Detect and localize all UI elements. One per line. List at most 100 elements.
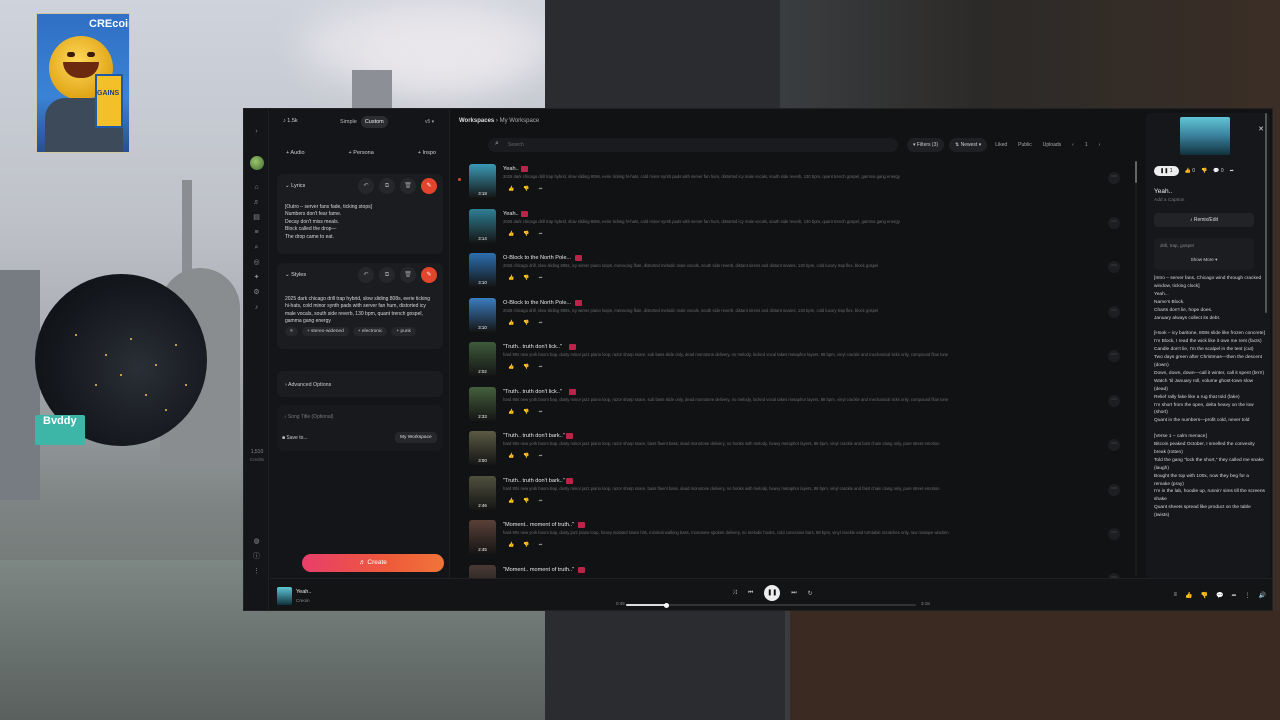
dislike-icon[interactable]: 👎 [523, 186, 529, 192]
like-icon[interactable]: 👍 [508, 320, 514, 326]
trash-icon[interactable]: 🗑 [400, 267, 416, 283]
help-icon[interactable]: ◍ [252, 537, 261, 546]
more-options-icon[interactable]: ⋯ [1108, 216, 1120, 229]
like-button[interactable]: 👍 0 [1185, 168, 1195, 174]
mode-custom[interactable]: Custom [360, 116, 388, 128]
home-icon[interactable]: ⌂ [252, 183, 261, 192]
dislike-icon[interactable]: 👎 [523, 498, 529, 504]
add-caption-input[interactable]: Add a Caption [1154, 198, 1184, 203]
radio-icon[interactable]: ◎ [252, 258, 261, 267]
song-thumbnail[interactable]: 3:00 [469, 431, 496, 465]
song-title[interactable]: Yeah.. [503, 166, 519, 172]
copy-icon[interactable]: ⧉ [379, 178, 395, 194]
undo-icon[interactable]: ↶ [358, 178, 374, 194]
breadcrumb-root[interactable]: Workspaces [459, 118, 494, 124]
player-artist[interactable]: Creoin [296, 598, 310, 603]
user-avatar[interactable] [250, 156, 264, 170]
more-options-icon[interactable]: ⋯ [1108, 305, 1120, 318]
more-options-icon[interactable]: ⋯ [1108, 528, 1120, 540]
song-row[interactable]: 3:10 O-Block to the North Pole... 2025 chi… [464, 251, 1124, 291]
search-input[interactable]: ⌕ Search [488, 138, 898, 152]
song-thumbnail[interactable]: 3:14 [469, 208, 496, 243]
player-cover[interactable] [277, 587, 292, 605]
progress-track[interactable] [626, 602, 916, 608]
song-thumbnail[interactable]: 3:18 [469, 164, 496, 198]
uploads-filter[interactable]: Uploads [1040, 138, 1064, 152]
more-options-icon[interactable]: ⋯ [1108, 261, 1120, 273]
advanced-options-card[interactable]: › Advanced Options [277, 371, 443, 397]
share-icon[interactable]: ➦ [538, 364, 542, 370]
like-icon[interactable]: 👍 [508, 453, 514, 459]
dislike-icon[interactable]: 👎 [1201, 168, 1207, 174]
collapse-icon[interactable]: › [252, 127, 261, 136]
song-row[interactable]: 3:14 Yeah.. 2025 dark chicago drill trap h… [464, 207, 1124, 247]
queue-icon[interactable]: ≡ [1174, 592, 1178, 599]
style-chip[interactable]: + stereo-widened [301, 327, 349, 336]
undo-icon[interactable]: ↶ [358, 267, 374, 283]
public-filter[interactable]: Public [1015, 138, 1035, 152]
info-icon[interactable]: ⓘ [252, 552, 261, 561]
like-icon[interactable]: 👍 [508, 498, 514, 504]
shuffle-icon[interactable]: ⤨ [732, 590, 737, 597]
song-title[interactable]: "Truth.. truth don't bark.." [503, 478, 565, 484]
like-icon[interactable]: 👍 [1185, 592, 1192, 599]
more-options-icon[interactable]: ⋯ [1108, 172, 1120, 184]
share-icon[interactable]: ➦ [538, 409, 542, 415]
list-scroll-thumb[interactable] [1135, 161, 1137, 183]
dislike-icon[interactable]: 👎 [523, 453, 529, 459]
show-more-button[interactable]: Show More ▾ [1154, 257, 1254, 263]
song-title[interactable]: "Truth.. truth don't lick.." [503, 389, 562, 395]
details-scrollbar[interactable] [1265, 113, 1267, 313]
create-icon[interactable]: ♬ [252, 198, 261, 207]
song-title[interactable]: O-Block to the North Pole... [503, 300, 571, 306]
dislike-icon[interactable]: 👎 [523, 275, 529, 281]
next-icon[interactable]: ⏭ [791, 590, 796, 597]
like-icon[interactable]: 👍 [508, 409, 514, 415]
share-icon[interactable]: ➦ [538, 231, 542, 237]
song-row[interactable]: 2:45 "Moment.. moment of truth.." hard 90s… [464, 518, 1124, 558]
song-thumbnail[interactable]: 2:02 [469, 342, 496, 376]
like-icon[interactable]: 👍 [508, 231, 514, 237]
add-inspo-button[interactable]: + Inspo [410, 146, 444, 160]
pause-button[interactable]: ❚❚ [764, 585, 781, 601]
prev-page-button[interactable]: ‹ [1069, 138, 1077, 152]
more-options-icon[interactable]: ⋯ [1108, 350, 1120, 362]
song-thumbnail[interactable]: 2:46 [469, 475, 496, 510]
list-scrollbar[interactable] [1135, 161, 1137, 576]
style-chip[interactable]: + punk [391, 327, 416, 336]
styles-header[interactable]: ⌄ Styles [285, 272, 306, 278]
like-icon[interactable]: 👍 [508, 275, 514, 281]
song-title[interactable]: Yeah.. [503, 211, 519, 217]
dislike-icon[interactable]: 👎 [523, 231, 529, 237]
lyrics-textarea[interactable]: [Outro – server fans fade, ticking stops… [285, 204, 435, 241]
song-row[interactable]: 2:46 "Truth.. truth don't bark.." hard 90s… [464, 474, 1124, 514]
trash-icon[interactable]: 🗑 [400, 178, 416, 194]
close-icon[interactable]: ✕ [1258, 125, 1264, 133]
comment-icon[interactable]: 💬 [1216, 592, 1223, 599]
workspace-select[interactable]: My Workspace [395, 432, 437, 443]
player-title[interactable]: Yeah.. [296, 589, 311, 595]
share-icon[interactable]: ➦ [538, 320, 542, 326]
share-icon[interactable]: ➦ [538, 498, 542, 504]
styles-textarea[interactable]: 2025 dark chicago drill trap hybrid, slo… [285, 296, 437, 326]
song-thumbnail[interactable]: 2:45 [469, 520, 496, 554]
more-options-icon[interactable]: ⋯ [1108, 483, 1120, 496]
magic-icon[interactable]: ✎ [421, 267, 437, 283]
mode-simple[interactable]: Simple [336, 116, 361, 128]
liked-filter[interactable]: Liked [992, 138, 1010, 152]
filters-button[interactable]: ▾ Filters (3) [907, 138, 945, 152]
more-icon[interactable]: ⋮ [1245, 592, 1251, 599]
song-thumbnail[interactable]: 2:33 [469, 386, 496, 421]
magic-icon[interactable]: ✎ [421, 178, 437, 194]
like-icon[interactable]: 👍 [508, 542, 514, 548]
dislike-icon[interactable]: 👎 [523, 320, 529, 326]
share-icon[interactable]: ➦ [538, 542, 542, 548]
song-title-input[interactable]: ♪ Song Title (Optional) [284, 414, 333, 420]
copy-icon[interactable]: ⧉ [379, 267, 395, 283]
mode-toggle[interactable]: Simple Custom [336, 116, 388, 128]
repeat-icon[interactable]: ↻ [808, 590, 813, 597]
progress-knob[interactable] [664, 602, 670, 608]
version-select[interactable]: v5 ▾ [425, 119, 434, 125]
song-title[interactable]: O-Block to the North Pole... [503, 255, 571, 261]
song-row[interactable]: 3:18 Yeah.. 2025 dark chicago drill trap h… [458, 162, 1124, 202]
